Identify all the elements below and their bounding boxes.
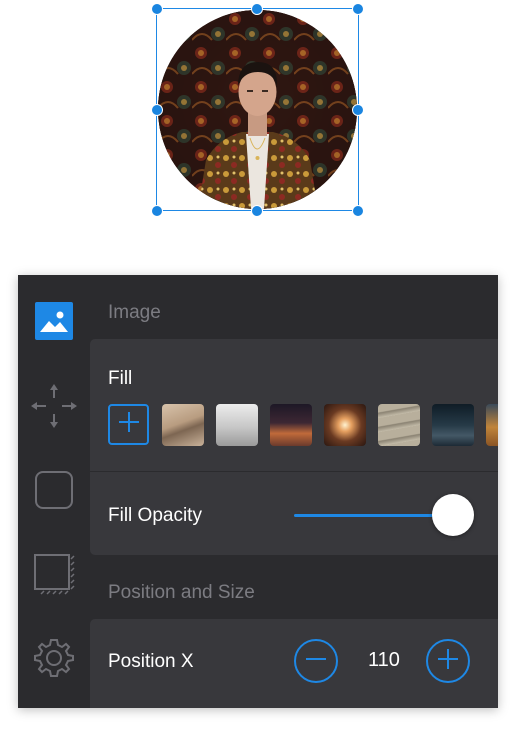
minus-icon — [305, 648, 327, 675]
fill-swatch-misty-sky[interactable] — [216, 404, 258, 446]
move-arrows-icon — [31, 383, 77, 434]
fill-swatch-night-harbor[interactable] — [432, 404, 474, 446]
resize-handle-top-right[interactable] — [352, 3, 364, 15]
resize-handle-bottom-left[interactable] — [151, 205, 163, 217]
editor-panel: Image Fill Fill Opacity Position and Siz… — [18, 275, 498, 708]
app-stage: Image Fill Fill Opacity Position and Siz… — [0, 0, 516, 730]
add-fill-button[interactable] — [108, 404, 149, 445]
plus-icon — [437, 648, 459, 675]
fill-swatch-glowing-orb[interactable] — [324, 404, 366, 446]
selected-image-object[interactable] — [151, 3, 364, 217]
selection-frame — [156, 8, 359, 211]
tool-rail — [18, 275, 90, 708]
fill-swatch-amber-road[interactable] — [486, 404, 498, 446]
position-x-value[interactable]: 110 — [344, 649, 424, 672]
position-x-decrement-button[interactable] — [294, 639, 338, 683]
position-x-increment-button[interactable] — [426, 639, 470, 683]
plus-icon — [118, 411, 140, 438]
resize-handle-top-left[interactable] — [151, 3, 163, 15]
position-x-label: Position X — [108, 651, 194, 672]
resize-handle-right[interactable] — [352, 104, 364, 116]
card-divider — [90, 471, 498, 472]
resize-handle-top[interactable] — [251, 3, 263, 15]
section-title-image: Image — [108, 302, 161, 323]
section-title-position-size: Position and Size — [108, 582, 255, 603]
rounded-square-icon — [34, 470, 74, 515]
fill-label: Fill — [108, 368, 133, 389]
image-icon — [34, 301, 74, 346]
resize-handle-bottom-right[interactable] — [352, 205, 364, 217]
shadow-tool-button[interactable] — [32, 553, 76, 600]
gear-icon — [33, 637, 75, 684]
fill-swatch-wood-planks[interactable] — [378, 404, 420, 446]
fill-opacity-slider-thumb[interactable] — [432, 494, 474, 536]
fill-opacity-label: Fill Opacity — [108, 505, 202, 526]
shadow-square-icon — [33, 553, 75, 600]
shape-tool-button[interactable] — [32, 470, 76, 514]
fill-swatch-dusk-dunes[interactable] — [270, 404, 312, 446]
fill-swatch-sand-rocks[interactable] — [162, 404, 204, 446]
move-tool-button[interactable] — [31, 383, 77, 430]
settings-tool-button[interactable] — [32, 638, 76, 682]
resize-handle-left[interactable] — [151, 104, 163, 116]
resize-handle-bottom[interactable] — [251, 205, 263, 217]
properties-content: Image Fill Fill Opacity Position and Siz… — [90, 275, 498, 708]
image-tool-button[interactable] — [32, 301, 76, 345]
